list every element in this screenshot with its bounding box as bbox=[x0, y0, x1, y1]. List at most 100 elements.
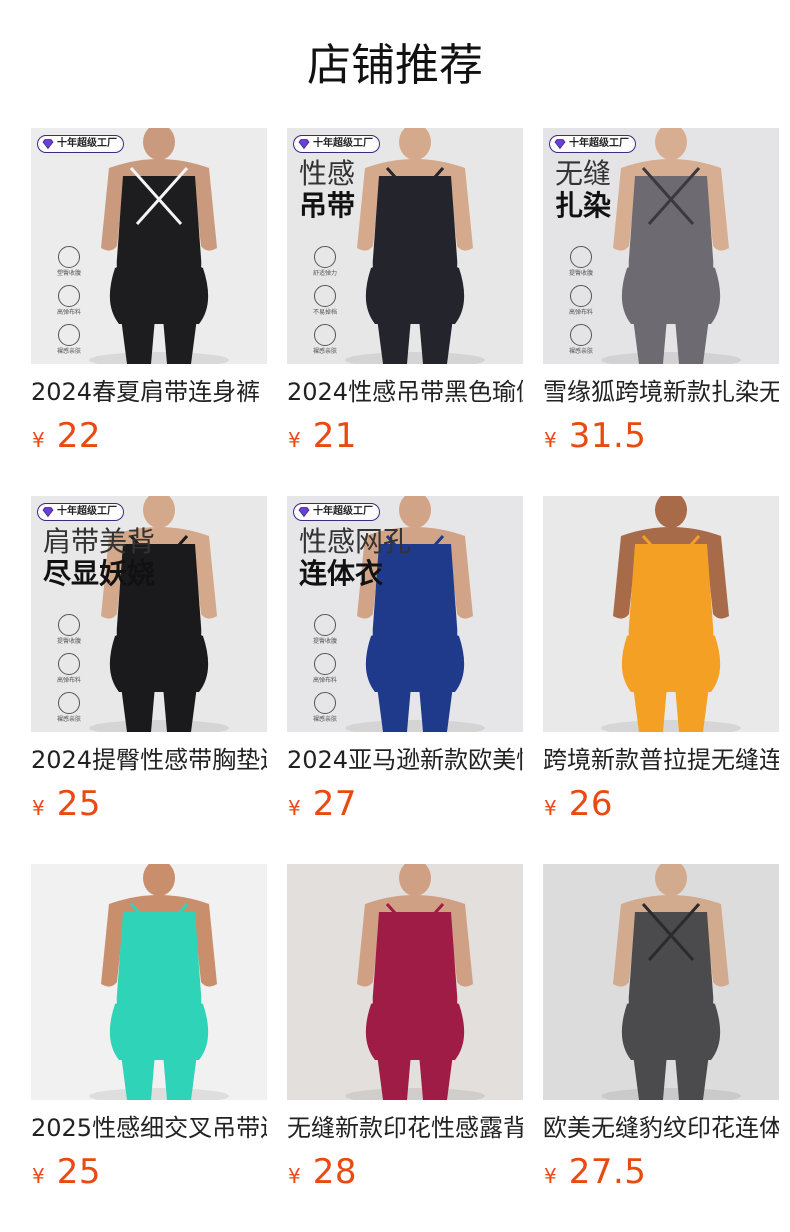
feature-label: 塑臀收腹 bbox=[57, 270, 82, 277]
factory-badge-label: 十年超级工厂 bbox=[57, 506, 117, 517]
product-card[interactable]: 十年超级工厂肩带美背尽显妖娆提臀收腹高弹布料裸感亲肤 2024提臀性感带胸垫连体 ¥… bbox=[31, 496, 267, 840]
feature-label: 不易掉档 bbox=[313, 309, 338, 316]
product-image[interactable]: 十年超级工厂性感 吊带舒适弹力不易掉档裸感亲肤 bbox=[287, 128, 523, 364]
product-card[interactable]: 十年超级工厂塑臀收腹 高弹布料 裸感亲肤 2024春夏肩带连身裤 ¥22 bbox=[31, 128, 267, 472]
product-card[interactable]: 十年超级工厂性感 吊带舒适弹力不易掉档裸感亲肤 2024性感吊带黑色瑜伽 ¥21 bbox=[287, 128, 523, 472]
garment-hips bbox=[365, 994, 465, 1060]
factory-badge-label: 十年超级工厂 bbox=[313, 506, 373, 517]
feature-circle-icon bbox=[570, 324, 592, 346]
factory-badge-label: 十年超级工厂 bbox=[313, 138, 373, 149]
product-card[interactable]: 十年超级工厂无缝扎染提臀收腹高弹布料裸感亲肤雪缘狐跨境新款扎染无缝 ¥31.5 bbox=[543, 128, 779, 472]
feature-label: 舒适弹力 bbox=[313, 270, 338, 277]
factory-badge: 十年超级工厂 bbox=[293, 503, 380, 521]
feature-circle-icon bbox=[314, 692, 336, 714]
product-image[interactable]: 十年超级工厂 无缝 扎染 提臀收腹 高弹布料 裸感亲肤 bbox=[543, 128, 779, 364]
product-image[interactable] bbox=[287, 864, 523, 1100]
promo-overlay-text: 肩带美背 尽显妖娆 bbox=[43, 526, 155, 590]
promo-line-2: 吊带 bbox=[299, 189, 356, 222]
feature-label: 裸感亲肤 bbox=[57, 348, 82, 355]
feature-item: 裸感亲肤 bbox=[313, 324, 337, 355]
garment-leg-right bbox=[163, 318, 197, 364]
product-card[interactable]: 欧美无缝豹纹印花连体衣 ¥27.5 bbox=[543, 864, 779, 1208]
feature-item: 高弹布料 bbox=[57, 653, 81, 684]
product-name[interactable]: 雪缘狐跨境新款扎染无缝 bbox=[543, 376, 779, 408]
product-name[interactable]: 跨境新款普拉提无缝连体 bbox=[543, 744, 779, 776]
garment-leg-right bbox=[163, 1054, 197, 1100]
product-image[interactable] bbox=[543, 864, 779, 1100]
feature-item: 高弹布料 bbox=[569, 285, 593, 316]
feature-circle-icon bbox=[58, 246, 80, 268]
product-price: ¥27 bbox=[287, 784, 523, 824]
product-price: ¥26 bbox=[543, 784, 779, 824]
price-value: 22 bbox=[56, 416, 101, 456]
promo-overlay-text: 性感 吊带 bbox=[299, 158, 355, 222]
promo-line-1: 性感 bbox=[299, 157, 356, 190]
product-photo bbox=[543, 496, 779, 732]
promo-overlay-text: 性感网孔 连体衣 bbox=[299, 526, 411, 590]
promo-overlay-text: 无缝 扎染 bbox=[555, 158, 611, 222]
feature-circle-icon bbox=[58, 285, 80, 307]
factory-badge: 十年超级工厂 bbox=[549, 135, 636, 153]
price-value: 28 bbox=[312, 1152, 357, 1192]
price-value: 27.5 bbox=[568, 1152, 647, 1192]
feature-circle-icon bbox=[570, 246, 592, 268]
factory-badge: 十年超级工厂 bbox=[293, 135, 380, 153]
product-card[interactable]: 十年超级工厂性感网孔连体衣提臀收腹高弹布料裸感亲肤 2024亚马逊新款欧美性感 ¥2… bbox=[287, 496, 523, 840]
feature-circle-icon bbox=[314, 285, 336, 307]
product-name[interactable]: 2024亚马逊新款欧美性感 bbox=[287, 744, 523, 776]
factory-badge-label: 十年超级工厂 bbox=[57, 138, 117, 149]
product-photo bbox=[543, 864, 779, 1100]
feature-item: 提臀收腹 bbox=[313, 614, 337, 645]
product-price: ¥25 bbox=[31, 1152, 267, 1192]
feature-label: 提臀收腹 bbox=[313, 638, 338, 645]
currency-symbol: ¥ bbox=[288, 428, 301, 452]
feature-item: 塑臀收腹 bbox=[57, 246, 81, 277]
diamond-icon bbox=[554, 139, 566, 149]
garment-hips bbox=[621, 994, 721, 1060]
product-name[interactable]: 2024性感吊带黑色瑜伽 bbox=[287, 376, 523, 408]
feature-label: 裸感亲肤 bbox=[313, 348, 338, 355]
product-name[interactable]: 欧美无缝豹纹印花连体衣 bbox=[543, 1112, 779, 1144]
feature-item: 提臀收腹 bbox=[57, 614, 81, 645]
product-card[interactable]: 跨境新款普拉提无缝连体 ¥26 bbox=[543, 496, 779, 840]
product-image[interactable] bbox=[31, 864, 267, 1100]
product-name[interactable]: 2024春夏肩带连身裤 bbox=[31, 376, 267, 408]
feature-icon-list: 塑臀收腹 高弹布料 裸感亲肤 bbox=[57, 246, 81, 355]
factory-badge: 十年超级工厂 bbox=[37, 503, 124, 521]
currency-symbol: ¥ bbox=[32, 1164, 45, 1188]
garment-hips bbox=[109, 258, 209, 324]
currency-symbol: ¥ bbox=[32, 428, 45, 452]
feature-circle-icon bbox=[314, 653, 336, 675]
promo-line-1: 肩带美背 bbox=[43, 525, 156, 558]
diamond-icon bbox=[42, 139, 54, 149]
product-image[interactable]: 十年超级工厂性感网孔 连体衣提臀收腹高弹布料裸感亲肤 bbox=[287, 496, 523, 732]
feature-icon-list: 提臀收腹高弹布料裸感亲肤 bbox=[57, 614, 81, 723]
garment-hips bbox=[621, 626, 721, 692]
feature-item: 高弹布料 bbox=[313, 653, 337, 684]
product-price: ¥21 bbox=[287, 416, 523, 456]
feature-item: 裸感亲肤 bbox=[313, 692, 337, 723]
promo-line-1: 无缝 bbox=[555, 157, 612, 190]
product-image[interactable]: 十年超级工厂塑臀收腹 高弹布料 裸感亲肤 bbox=[31, 128, 267, 364]
factory-badge-label: 十年超级工厂 bbox=[569, 138, 629, 149]
garment-leg-right bbox=[419, 686, 453, 732]
product-name[interactable]: 2025性感细交叉吊带连体 bbox=[31, 1112, 267, 1144]
feature-item: 裸感亲肤 bbox=[57, 324, 81, 355]
currency-symbol: ¥ bbox=[544, 428, 557, 452]
feature-label: 高弹布料 bbox=[57, 677, 82, 684]
feature-label: 裸感亲肤 bbox=[313, 716, 338, 723]
product-card[interactable]: 无缝新款印花性感露背连体 ¥28 bbox=[287, 864, 523, 1208]
product-name[interactable]: 无缝新款印花性感露背连体 bbox=[287, 1112, 523, 1144]
product-card[interactable]: 2025性感细交叉吊带连体 ¥25 bbox=[31, 864, 267, 1208]
feature-label: 高弹布料 bbox=[313, 677, 338, 684]
product-image[interactable]: 十年超级工厂肩带美背 尽显妖娆提臀收腹高弹布料裸感亲肤 bbox=[31, 496, 267, 732]
feature-label: 裸感亲肤 bbox=[57, 716, 82, 723]
product-image[interactable] bbox=[543, 496, 779, 732]
product-name[interactable]: 2024提臀性感带胸垫连体 bbox=[31, 744, 267, 776]
price-value: 25 bbox=[56, 784, 101, 824]
garment-hips bbox=[109, 994, 209, 1060]
garment-leg-right bbox=[419, 318, 453, 364]
garment-leg-left bbox=[377, 686, 411, 732]
feature-label: 裸感亲肤 bbox=[569, 348, 594, 355]
feature-icon-list: 提臀收腹 高弹布料 裸感亲肤 bbox=[569, 246, 593, 355]
